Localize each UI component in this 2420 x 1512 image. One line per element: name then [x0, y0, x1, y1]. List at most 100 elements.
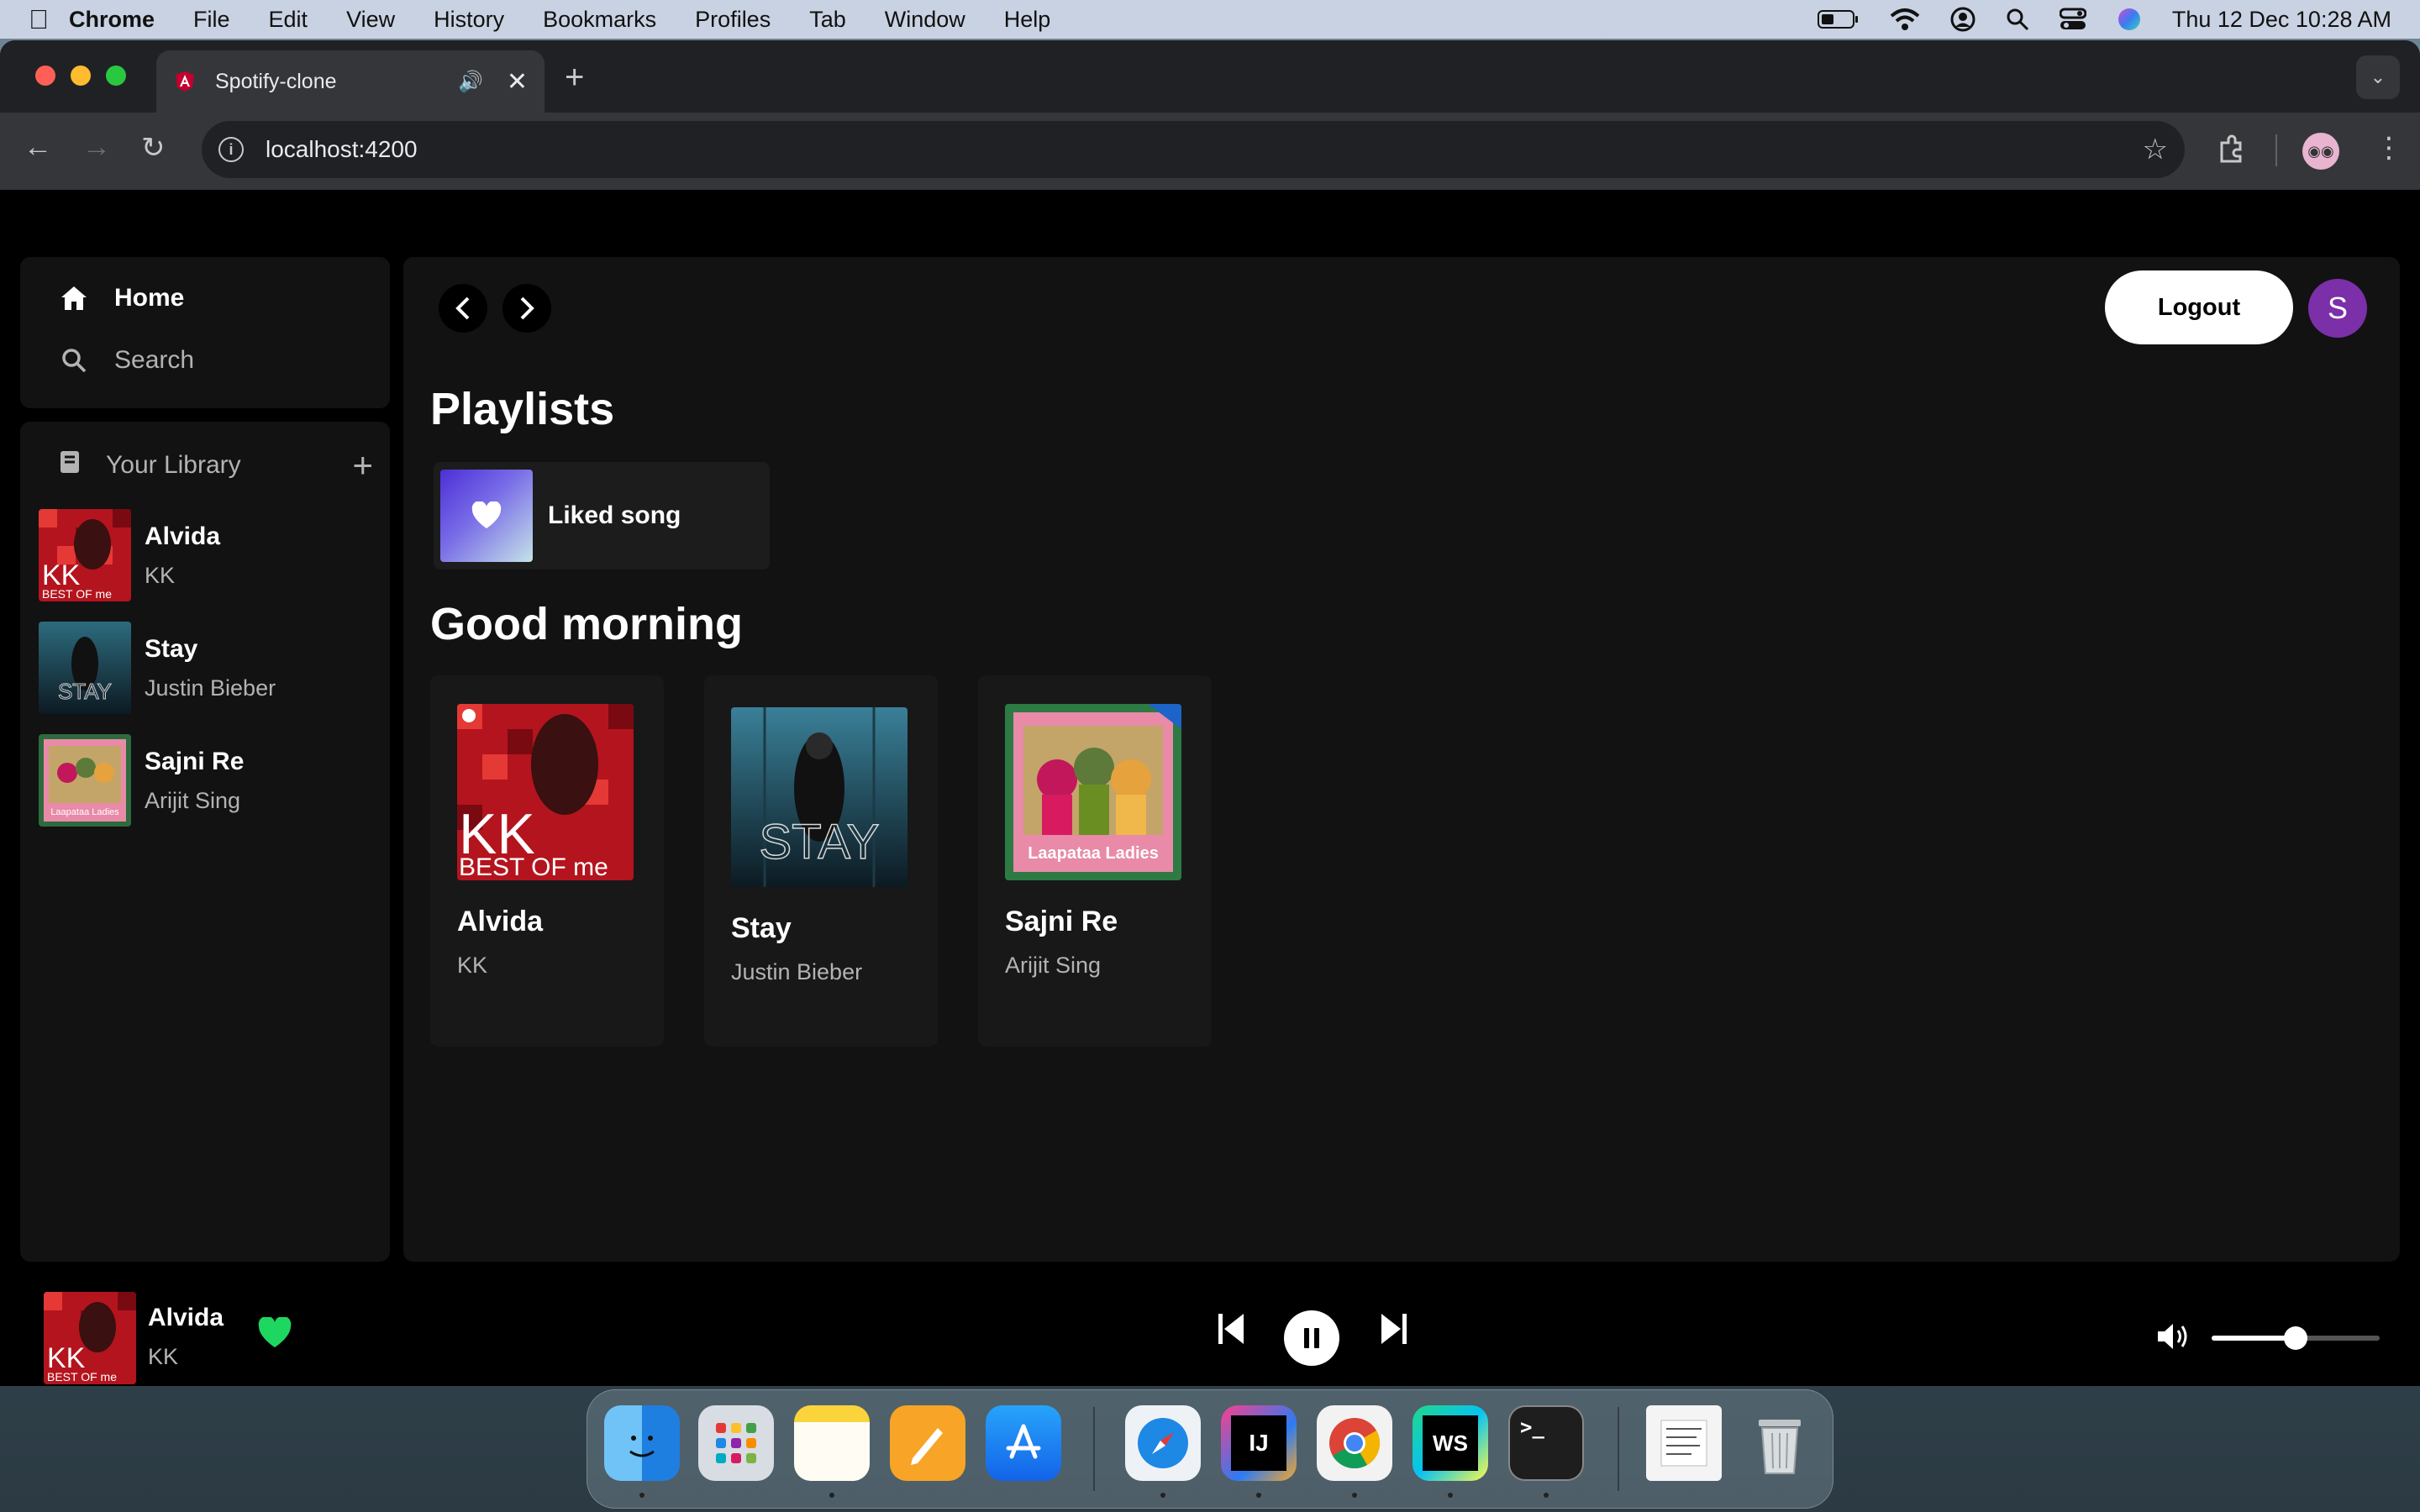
user-account-icon[interactable] — [1950, 7, 1975, 32]
library-title[interactable]: Your Library — [106, 451, 241, 480]
running-indicator — [1256, 1493, 1261, 1498]
avatar[interactable]: S — [2308, 279, 2367, 338]
new-tab-button[interactable]: + — [565, 59, 584, 97]
back-icon[interactable]: ← — [24, 131, 52, 164]
add-playlist-button[interactable]: + — [352, 445, 373, 486]
sidebar-item-search[interactable]: Search — [57, 346, 194, 375]
next-track-icon[interactable] — [1380, 1312, 1408, 1346]
minimize-window-button[interactable] — [71, 66, 91, 86]
safari-icon[interactable] — [1125, 1405, 1201, 1481]
tab-audio-icon[interactable]: 🔊 — [458, 70, 483, 94]
trash-icon[interactable] — [1742, 1405, 1818, 1481]
album-art-laapataa: Laapataa Ladies — [39, 734, 131, 827]
art-text: STAY — [58, 679, 112, 704]
volume-icon[interactable] — [2156, 1322, 2190, 1351]
sidebar-item-label: Home — [114, 284, 185, 312]
siri-icon[interactable] — [2117, 7, 2142, 32]
playlists-heading: Playlists — [430, 384, 615, 434]
history-forward-button[interactable] — [502, 284, 551, 333]
finder-icon[interactable] — [604, 1405, 680, 1481]
menu-view[interactable]: View — [346, 7, 395, 33]
wifi-icon[interactable] — [1890, 8, 1920, 31]
chrome-icon[interactable] — [1317, 1405, 1392, 1481]
running-indicator — [829, 1493, 834, 1498]
reload-icon[interactable]: ↻ — [141, 131, 166, 165]
now-playing-art[interactable]: KK BEST OF me — [44, 1292, 136, 1384]
list-item[interactable]: STAY Stay Justin Bieber — [39, 622, 375, 714]
art-text: BEST OF me — [47, 1370, 117, 1383]
menu-help[interactable]: Help — [1004, 7, 1051, 33]
menu-history[interactable]: History — [434, 7, 504, 33]
menu-app-name[interactable]: Chrome — [69, 7, 155, 33]
documents-stack-icon[interactable] — [1646, 1405, 1722, 1481]
item-title: Alvida — [145, 522, 221, 550]
song-card-sajni-re[interactable]: Laapataa Ladies Sajni Re Arijit Sing — [978, 675, 1212, 1047]
now-playing-title[interactable]: Alvida — [148, 1304, 224, 1332]
greeting-heading: Good morning — [430, 599, 743, 649]
profile-avatar-icon[interactable]: ◉◉ — [2302, 133, 2339, 170]
liked-songs-card[interactable]: Liked song — [434, 462, 770, 570]
apple-icon[interactable]:  — [29, 4, 69, 35]
card-title: Alvida — [457, 906, 544, 937]
bookmark-star-icon[interactable]: ☆ — [2143, 133, 2168, 166]
logout-button[interactable]: Logout — [2105, 270, 2293, 344]
menu-file[interactable]: File — [193, 7, 230, 33]
extensions-icon[interactable] — [2215, 134, 2247, 166]
album-art-kk: KK BEST OF me — [457, 704, 634, 880]
spotlight-search-icon[interactable] — [2006, 8, 2029, 31]
menu-clock[interactable]: Thu 12 Dec 10:28 AM — [2172, 7, 2391, 33]
intellij-icon[interactable]: IJ — [1221, 1405, 1297, 1481]
tab-close-icon[interactable]: ✕ — [507, 67, 528, 97]
item-artist: Arijit Sing — [145, 787, 241, 813]
intellij-label: IJ — [1231, 1415, 1286, 1471]
menu-bookmarks[interactable]: Bookmarks — [543, 7, 656, 33]
webstorm-icon[interactable]: WS — [1413, 1405, 1488, 1481]
sidebar-nav-panel: Home Search — [20, 257, 390, 408]
site-info-icon[interactable]: i — [218, 137, 244, 162]
pages-icon[interactable] — [890, 1405, 965, 1481]
like-heart-icon[interactable] — [257, 1317, 292, 1349]
card-artist: Arijit Sing — [1005, 953, 1102, 978]
app-store-icon[interactable] — [986, 1405, 1061, 1481]
volume-handle[interactable] — [2284, 1326, 2307, 1350]
battery-icon[interactable] — [1817, 9, 1860, 29]
url-text[interactable]: localhost:4200 — [266, 136, 418, 163]
list-item[interactable]: Laapataa Ladies Sajni Re Arijit Sing — [39, 734, 375, 827]
now-playing-artist[interactable]: KK — [148, 1344, 178, 1370]
sidebar-item-home[interactable]: Home — [57, 284, 184, 312]
notes-icon[interactable] — [794, 1405, 870, 1481]
volume-fill — [2212, 1336, 2296, 1341]
chrome-menu-icon[interactable]: ⋮ — [2375, 131, 2403, 165]
pause-button[interactable] — [1284, 1310, 1339, 1366]
macos-dock: IJ WS >_ — [587, 1389, 1833, 1509]
address-bar[interactable]: i localhost:4200 ☆ — [202, 121, 2185, 178]
history-back-button[interactable] — [439, 284, 487, 333]
song-card-alvida[interactable]: KK BEST OF me Alvida KK — [430, 675, 664, 1047]
forward-icon[interactable]: → — [82, 131, 111, 164]
list-item[interactable]: KK BEST OF me Alvida KK — [39, 509, 375, 601]
control-center-icon[interactable] — [2059, 8, 2086, 31]
liked-songs-label: Liked song — [548, 501, 681, 529]
album-art-laapataa: Laapataa Ladies — [1005, 704, 1181, 880]
search-icon — [57, 347, 91, 374]
library-icon[interactable] — [57, 449, 82, 482]
close-window-button[interactable] — [35, 66, 55, 86]
angular-favicon-icon — [176, 71, 194, 92]
menu-tab[interactable]: Tab — [809, 7, 846, 33]
zoom-window-button[interactable] — [106, 66, 126, 86]
song-card-stay[interactable]: STAY Stay Justin Bieber — [704, 675, 938, 1047]
art-text: BEST OF me — [42, 587, 112, 601]
item-artist: KK — [145, 562, 176, 588]
browser-tab[interactable]: Spotify-clone 🔊 ✕ — [156, 50, 544, 113]
menu-profiles[interactable]: Profiles — [695, 7, 771, 33]
tab-strip: Spotify-clone 🔊 ✕ + ⌄ — [0, 40, 2420, 113]
menu-window[interactable]: Window — [885, 7, 965, 33]
volume-slider[interactable] — [2212, 1326, 2380, 1350]
terminal-icon[interactable]: >_ — [1508, 1405, 1584, 1481]
menu-edit[interactable]: Edit — [269, 7, 308, 33]
previous-track-icon[interactable] — [1217, 1312, 1245, 1346]
launchpad-icon[interactable] — [698, 1405, 774, 1481]
chevron-right-icon — [520, 297, 534, 320]
toolbar-divider — [2275, 134, 2277, 166]
tab-search-button[interactable]: ⌄ — [2356, 55, 2400, 99]
